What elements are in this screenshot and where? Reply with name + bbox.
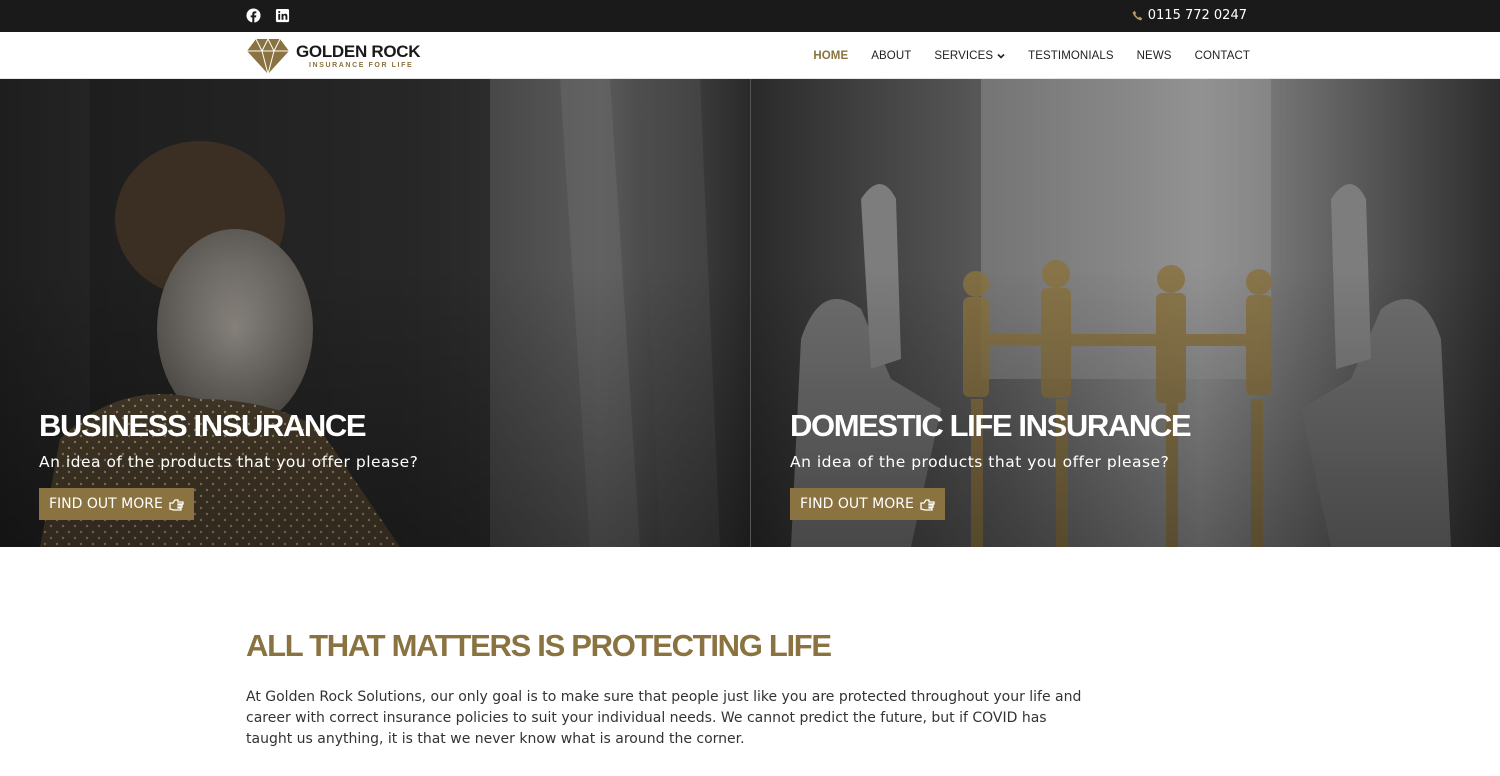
site-header: GOLDEN ROCK INSURANCE FOR LIFE HOME ABOU… xyxy=(0,32,1500,79)
hero-subtitle-business: An idea of the products that you offer p… xyxy=(39,453,419,471)
chevron-down-icon xyxy=(997,53,1005,59)
linkedin-icon[interactable] xyxy=(275,8,290,23)
nav-contact[interactable]: CONTACT xyxy=(1183,50,1250,62)
nav-home[interactable]: HOME xyxy=(802,50,860,62)
hero-content-business: BUSINESS INSURANCE An idea of the produc… xyxy=(39,407,418,520)
phone-text: 0115 772 0247 xyxy=(1147,8,1247,23)
main-nav: HOME ABOUT SERVICES TESTIMONIALS NEWS CO… xyxy=(802,32,1250,79)
brand-tagline: INSURANCE FOR LIFE xyxy=(309,61,414,69)
find-out-more-button-business[interactable]: FIND OUT MORE xyxy=(39,488,194,520)
section-heading: ALL THAT MATTERS IS PROTECTING LIFE xyxy=(246,628,832,663)
nav-testimonials[interactable]: TESTIMONIALS xyxy=(1017,50,1126,62)
logo[interactable]: GOLDEN ROCK INSURANCE FOR LIFE xyxy=(246,36,421,76)
diamond-logo-icon xyxy=(247,37,289,75)
hero-content-domestic: DOMESTIC LIFE INSURANCE An idea of the p… xyxy=(790,407,1191,520)
hero-title-business: BUSINESS INSURANCE xyxy=(39,408,367,443)
phone-icon xyxy=(1132,10,1142,20)
nav-news[interactable]: NEWS xyxy=(1125,50,1183,62)
phone-number[interactable]: 0115 772 0247 xyxy=(1132,8,1247,23)
facebook-icon[interactable] xyxy=(246,8,261,23)
hand-pointer-icon xyxy=(920,498,935,511)
hand-pointer-icon xyxy=(169,498,184,511)
hero-panel-business: BUSINESS INSURANCE An idea of the produc… xyxy=(0,79,750,547)
hero-panel-domestic: DOMESTIC LIFE INSURANCE An idea of the p… xyxy=(750,79,1500,547)
about-section: ALL THAT MATTERS IS PROTECTING LIFE At G… xyxy=(246,627,1096,750)
section-body: At Golden Rock Solutions, our only goal … xyxy=(246,689,1082,747)
social-links xyxy=(246,8,290,23)
hero-subtitle-domestic: An idea of the products that you offer p… xyxy=(790,453,1170,471)
nav-services[interactable]: SERVICES xyxy=(923,50,1017,62)
nav-about[interactable]: ABOUT xyxy=(860,50,923,62)
brand-name: GOLDEN ROCK xyxy=(296,41,421,61)
top-bar: 0115 772 0247 xyxy=(0,0,1500,32)
hero: BUSINESS INSURANCE An idea of the produc… xyxy=(0,79,1500,547)
hero-title-domestic: DOMESTIC LIFE INSURANCE xyxy=(790,408,1191,443)
find-out-more-button-domestic[interactable]: FIND OUT MORE xyxy=(790,488,945,520)
